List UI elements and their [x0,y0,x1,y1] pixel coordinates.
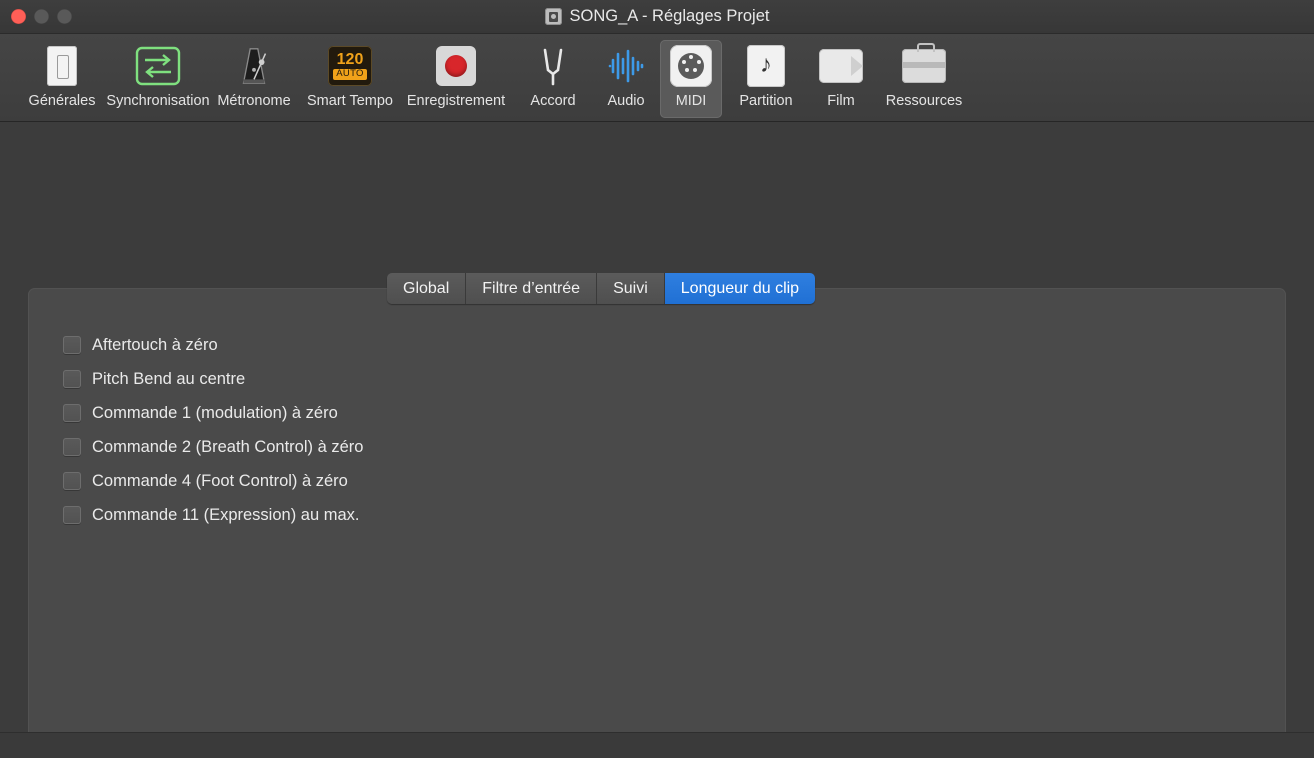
sync-arrows-icon [134,44,182,88]
toolbar-label-audio: Audio [607,93,645,109]
zoom-button[interactable] [57,9,72,24]
tuning-fork-icon [529,44,577,88]
toolbar-item-ressources[interactable]: Ressources [872,40,976,118]
checkbox-row-commande-11[interactable]: Commande 11 (Expression) au max. [63,503,363,527]
toolbar-label-partition: Partition [739,93,793,109]
minimize-button[interactable] [34,9,49,24]
toolbar-item-synchronisation[interactable]: Synchronisation [106,40,210,118]
toolbar-label-film: Film [827,93,855,109]
checkbox-commande-1[interactable] [63,404,81,422]
window-controls [11,9,72,24]
toolbar-item-enregistrement[interactable]: Enregistrement [398,40,514,118]
music-note-icon: ♪ [742,44,790,88]
checkbox-pitch-bend[interactable] [63,370,81,388]
toolbar-item-audio[interactable]: Audio [592,40,660,118]
window-title-group: SONG_A - Réglages Projet [0,7,1314,26]
checkbox-commande-2[interactable] [63,438,81,456]
project-settings-window: SONG_A - Réglages Projet Générales Synch… [0,0,1314,758]
toolbar-item-film[interactable]: Film [810,40,872,118]
checkbox-row-commande-4[interactable]: Commande 4 (Foot Control) à zéro [63,469,363,493]
toolbar-label-midi: MIDI [675,93,707,109]
record-button-icon [432,44,480,88]
toolbar-label-metronome: Métronome [217,93,291,109]
settings-toolbar: Générales Synchronisation Métronome 120 … [0,34,1314,122]
toolbar-item-midi[interactable]: MIDI [660,40,722,118]
checkbox-row-pitch-bend[interactable]: Pitch Bend au centre [63,367,363,391]
waveform-icon [602,44,650,88]
toolbar-label-synchronisation: Synchronisation [106,93,210,109]
checkbox-list: Aftertouch à zéro Pitch Bend au centre C… [63,333,363,527]
metronome-icon [230,44,278,88]
toolbar-label-accord: Accord [530,93,576,109]
suitcase-icon [900,43,948,88]
window-footer [0,732,1314,758]
checkbox-row-commande-1[interactable]: Commande 1 (modulation) à zéro [63,401,363,425]
checkbox-row-aftertouch[interactable]: Aftertouch à zéro [63,333,363,357]
settings-content: Aftertouch à zéro Pitch Bend au centre C… [0,122,1314,758]
checkbox-commande-11[interactable] [63,506,81,524]
tempo-mode-badge: AUTO [333,68,367,80]
tab-global[interactable]: Global [387,273,467,304]
toolbar-label-enregistrement: Enregistrement [406,93,506,109]
checkbox-label-commande-11: Commande 11 (Expression) au max. [92,505,360,524]
toolbar-item-generales[interactable]: Générales [14,40,110,118]
toolbar-label-smart-tempo: Smart Tempo [307,93,393,109]
checkbox-label-commande-4: Commande 4 (Foot Control) à zéro [92,471,348,490]
midi-settings-tabbar: Global Filtre d’entrée Suivi Longueur du… [387,273,816,304]
window-titlebar: SONG_A - Réglages Projet [0,0,1314,34]
window-title: SONG_A - Réglages Projet [569,7,770,25]
checkbox-row-commande-2[interactable]: Commande 2 (Breath Control) à zéro [63,435,363,459]
checkbox-label-pitch-bend: Pitch Bend au centre [92,369,246,388]
tempo-display-icon: 120 AUTO [326,44,374,88]
toolbar-item-accord[interactable]: Accord [514,40,592,118]
midi-plug-icon [667,44,715,88]
checkbox-commande-4[interactable] [63,472,81,490]
toolbar-item-smart-tempo[interactable]: 120 AUTO Smart Tempo [302,40,398,118]
checkbox-label-aftertouch: Aftertouch à zéro [92,335,218,354]
project-document-icon [544,8,562,25]
toolbar-label-ressources: Ressources [885,93,963,109]
tab-suivi[interactable]: Suivi [597,273,665,304]
checkbox-label-commande-2: Commande 2 (Breath Control) à zéro [92,437,364,456]
tempo-value: 120 [336,51,364,69]
video-camera-icon [817,44,865,88]
toolbar-label-generales: Générales [28,93,96,109]
device-switch-icon [38,44,86,88]
checkbox-aftertouch[interactable] [63,336,81,354]
tab-filtre-entree[interactable]: Filtre d’entrée [466,273,598,304]
toolbar-item-partition[interactable]: ♪ Partition [722,40,810,118]
checkbox-label-commande-1: Commande 1 (modulation) à zéro [92,403,338,422]
toolbar-item-metronome[interactable]: Métronome [206,40,302,118]
tab-longueur-du-clip[interactable]: Longueur du clip [664,273,816,304]
midi-clip-length-panel: Aftertouch à zéro Pitch Bend au centre C… [28,288,1286,758]
close-button[interactable] [11,9,26,24]
